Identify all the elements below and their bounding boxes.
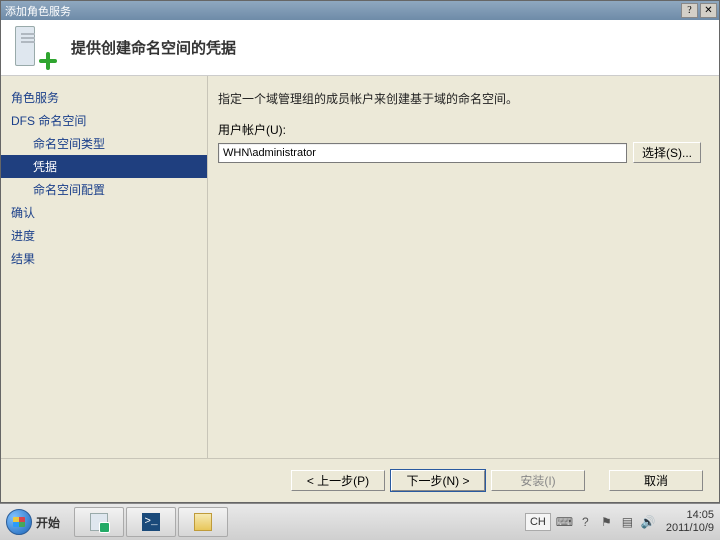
install-button: 安装(I) — [491, 470, 585, 491]
powershell-icon: >_ — [142, 513, 160, 531]
start-orb-icon — [6, 509, 32, 535]
wizard-nav: 角色服务DFS 命名空间命名空间类型凭据命名空间配置确认进度结果 — [1, 76, 208, 458]
cancel-button[interactable]: 取消 — [609, 470, 703, 491]
taskbar: 开始 >_ CH ⌨ ? ⚑ ▤ 🔊 14:05 2011/10/9 — [0, 503, 720, 540]
explorer-icon — [194, 513, 212, 531]
start-label: 开始 — [36, 514, 60, 531]
nav-step-5[interactable]: 确认 — [1, 201, 207, 224]
volume-icon[interactable]: 🔊 — [641, 515, 656, 530]
taskbar-servermanager[interactable] — [74, 507, 124, 537]
next-button[interactable]: 下一步(N) > — [391, 470, 485, 491]
prev-button[interactable]: < 上一步(P) — [291, 470, 385, 491]
clock-time: 14:05 — [666, 509, 714, 522]
select-button[interactable]: 选择(S)... — [633, 142, 701, 163]
help-tray-icon[interactable]: ? — [578, 515, 593, 530]
taskbar-explorer[interactable] — [178, 507, 228, 537]
wizard-body: 角色服务DFS 命名空间命名空间类型凭据命名空间配置确认进度结果 指定一个域管理… — [1, 76, 719, 458]
nav-step-2[interactable]: 命名空间类型 — [1, 132, 207, 155]
page-title: 提供创建命名空间的凭据 — [71, 37, 236, 58]
clock-date: 2011/10/9 — [666, 522, 714, 535]
titlebar: 添加角色服务 ? ✕ — [1, 1, 719, 20]
window-title: 添加角色服务 — [3, 3, 679, 19]
servermanager-icon — [90, 513, 108, 531]
action-center-icon[interactable]: ⚑ — [599, 515, 614, 530]
nav-step-3[interactable]: 凭据 — [1, 155, 207, 178]
network-icon[interactable]: ▤ — [620, 515, 635, 530]
keyboard-icon[interactable]: ⌨ — [557, 515, 572, 530]
wizard-footer: < 上一步(P) 下一步(N) > 安装(I) 取消 — [1, 458, 719, 502]
nav-step-7[interactable]: 结果 — [1, 247, 207, 270]
nav-step-6[interactable]: 进度 — [1, 224, 207, 247]
start-button[interactable]: 开始 — [0, 504, 70, 540]
nav-step-1[interactable]: DFS 命名空间 — [1, 109, 207, 132]
add-role-icon — [13, 26, 57, 70]
account-label: 用户帐户(U): — [218, 121, 701, 138]
wizard-header: 提供创建命名空间的凭据 — [1, 20, 719, 76]
page-description: 指定一个域管理组的成员帐户来创建基于域的命名空间。 — [218, 90, 701, 107]
system-tray: CH ⌨ ? ⚑ ▤ 🔊 14:05 2011/10/9 — [519, 504, 720, 540]
pinned-apps: >_ — [70, 504, 228, 540]
nav-step-0[interactable]: 角色服务 — [1, 86, 207, 109]
add-role-services-wizard: 添加角色服务 ? ✕ 提供创建命名空间的凭据 角色服务DFS 命名空间命名空间类… — [0, 0, 720, 503]
ime-indicator[interactable]: CH — [525, 513, 551, 531]
help-button[interactable]: ? — [681, 3, 698, 18]
wizard-content: 指定一个域管理组的成员帐户来创建基于域的命名空间。 用户帐户(U): 选择(S)… — [208, 76, 719, 458]
account-input[interactable] — [218, 143, 627, 163]
taskbar-clock[interactable]: 14:05 2011/10/9 — [662, 509, 714, 534]
nav-step-4[interactable]: 命名空间配置 — [1, 178, 207, 201]
close-button[interactable]: ✕ — [700, 3, 717, 18]
taskbar-powershell[interactable]: >_ — [126, 507, 176, 537]
